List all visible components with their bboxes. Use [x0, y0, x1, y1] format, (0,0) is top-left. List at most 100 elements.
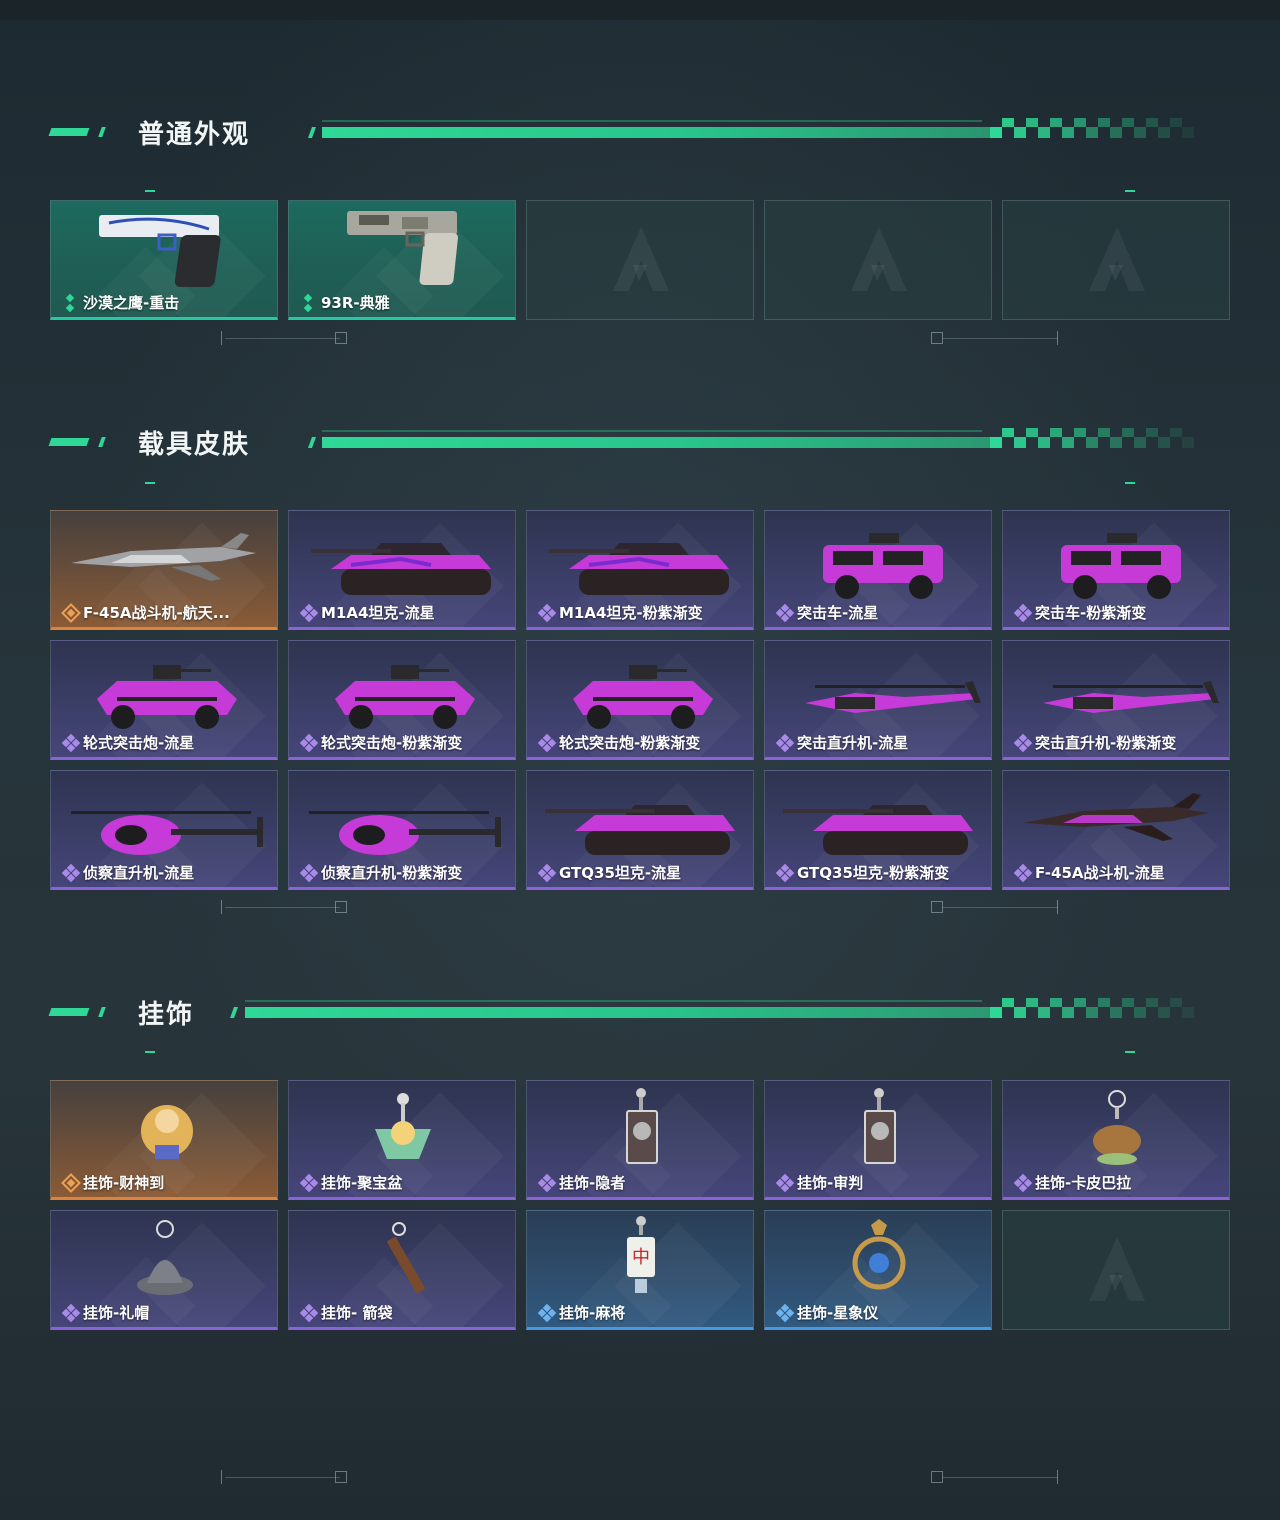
item-image: [864, 1088, 896, 1164]
item-image: [573, 665, 713, 729]
item-label: GTQ35坦克-流星: [537, 862, 681, 883]
item-name: 侦察直升机-流星: [83, 864, 195, 882]
corner-mark: [145, 482, 155, 484]
item-label: M1A4坦克-粉紫渐变: [537, 602, 703, 623]
item-name: 挂饰- 箭袋: [321, 1304, 393, 1322]
rarity-icon: [775, 863, 795, 882]
item-image: [99, 215, 221, 287]
item-label: 挂饰-聚宝盆: [299, 1172, 402, 1193]
divider-tick: [1057, 331, 1058, 345]
header-accent: [48, 1008, 90, 1016]
item-image: [1061, 533, 1181, 599]
item-card[interactable]: 侦察直升机-流星: [50, 770, 278, 890]
item-card[interactable]: 侦察直升机-粉紫渐变: [288, 770, 516, 890]
item-image: 中: [627, 1216, 655, 1293]
item-image: [97, 665, 237, 729]
divider-line: [225, 907, 340, 908]
empty-slot: [1002, 200, 1230, 320]
item-card[interactable]: 突击车-流星: [764, 510, 992, 630]
rarity-icon: [61, 733, 81, 752]
rarity-icon: [1013, 603, 1033, 622]
header-accent: [307, 437, 317, 448]
item-image: [783, 805, 973, 855]
header-bar: [245, 1000, 982, 1002]
section-header-vehicles: 载具皮肤: [0, 428, 1280, 470]
item-image: [71, 811, 263, 855]
item-name: 突击直升机-粉紫渐变: [1035, 734, 1177, 752]
item-label: 挂饰-隐者: [537, 1172, 625, 1193]
item-label: 挂饰-财神到: [61, 1172, 165, 1193]
item-card[interactable]: 挂饰-星象仪: [764, 1210, 992, 1330]
item-card[interactable]: 挂饰-审判: [764, 1080, 992, 1200]
item-label: 挂饰-麻将: [537, 1302, 625, 1323]
top-strip: [0, 0, 1280, 20]
divider-box: [931, 332, 943, 344]
header-bar: [322, 437, 1002, 448]
item-card[interactable]: 突击直升机-粉紫渐变: [1002, 640, 1230, 760]
corner-mark: [1125, 190, 1135, 192]
rarity-icon: [537, 863, 557, 882]
rarity-icon: [1013, 733, 1033, 752]
item-name: 挂饰-财神到: [83, 1174, 165, 1192]
rarity-icon: [775, 603, 795, 622]
rarity-icon: [61, 863, 81, 882]
item-card[interactable]: 挂饰-卡皮巴拉: [1002, 1080, 1230, 1200]
rarity-icon: [775, 1173, 795, 1192]
item-name: 轮式突击炮-流星: [83, 734, 195, 752]
checker-pattern: [990, 998, 1194, 1018]
corner-mark: [1125, 482, 1135, 484]
item-name: 突击车-粉紫渐变: [1035, 604, 1147, 622]
header-accent: [98, 127, 106, 137]
item-card[interactable]: GTQ35坦克-流星: [526, 770, 754, 890]
item-name: 突击车-流星: [797, 604, 879, 622]
item-card[interactable]: 挂饰- 箭袋: [288, 1210, 516, 1330]
item-card[interactable]: GTQ35坦克-粉紫渐变: [764, 770, 992, 890]
item-card[interactable]: 挂饰-财神到: [50, 1080, 278, 1200]
item-card[interactable]: M1A4坦克-粉紫渐变: [526, 510, 754, 630]
item-image: [335, 665, 475, 729]
item-label: 轮式突击炮-粉紫渐变: [299, 732, 463, 753]
item-name: 挂饰-礼帽: [83, 1304, 150, 1322]
item-card[interactable]: M1A4坦克-流星: [288, 510, 516, 630]
item-card[interactable]: 突击直升机-流星: [764, 640, 992, 760]
item-card[interactable]: 挂饰-礼帽: [50, 1210, 278, 1330]
section-header-skins: 普通外观: [0, 118, 1280, 160]
item-name: 挂饰-审判: [797, 1174, 864, 1192]
item-label: 突击直升机-粉紫渐变: [1013, 732, 1177, 753]
item-label: F-45A战斗机-航天...: [61, 602, 230, 623]
item-name: F-45A战斗机-流星: [1035, 864, 1165, 882]
item-card[interactable]: 轮式突击炮-粉紫渐变: [526, 640, 754, 760]
item-card[interactable]: F-45A战斗机-航天...: [50, 510, 278, 630]
item-name: 轮式突击炮-粉紫渐变: [321, 734, 463, 752]
item-card[interactable]: 挂饰-隐者: [526, 1080, 754, 1200]
item-card[interactable]: F-45A战斗机-流星: [1002, 770, 1230, 890]
item-card[interactable]: 中 挂饰-麻将: [526, 1210, 754, 1330]
item-card[interactable]: 轮式突击炮-流星: [50, 640, 278, 760]
item-card[interactable]: 93R-典雅: [288, 200, 516, 320]
header-accent: [48, 128, 90, 136]
item-name: 挂饰-星象仪: [797, 1304, 879, 1322]
placeholder-logo-icon: [1089, 1237, 1145, 1301]
item-image: [309, 811, 501, 855]
header-accent: [48, 438, 90, 446]
divider-tick: [1057, 1470, 1058, 1484]
rarity-icon: [299, 733, 319, 752]
item-image: [141, 1105, 193, 1159]
item-name: 93R-典雅: [321, 294, 390, 312]
header-bar: [322, 120, 982, 122]
item-card[interactable]: 沙漠之鹰-重击: [50, 200, 278, 320]
item-image: [71, 533, 256, 581]
item-card[interactable]: 挂饰-聚宝盆: [288, 1080, 516, 1200]
divider-line: [225, 1477, 340, 1478]
item-label: 轮式突击炮-粉紫渐变: [537, 732, 700, 753]
item-name: M1A4坦克-流星: [321, 604, 435, 622]
item-label: 93R-典雅: [301, 292, 390, 313]
rarity-icon: [61, 1172, 81, 1193]
rarity-icon: [537, 1303, 557, 1322]
item-image: [852, 1219, 906, 1290]
section-title: 普通外观: [138, 120, 251, 150]
item-name: 沙漠之鹰-重击: [83, 294, 180, 312]
rarity-icon: [775, 733, 795, 752]
item-card[interactable]: 突击车-粉紫渐变: [1002, 510, 1230, 630]
item-card[interactable]: 轮式突击炮-粉紫渐变: [288, 640, 516, 760]
